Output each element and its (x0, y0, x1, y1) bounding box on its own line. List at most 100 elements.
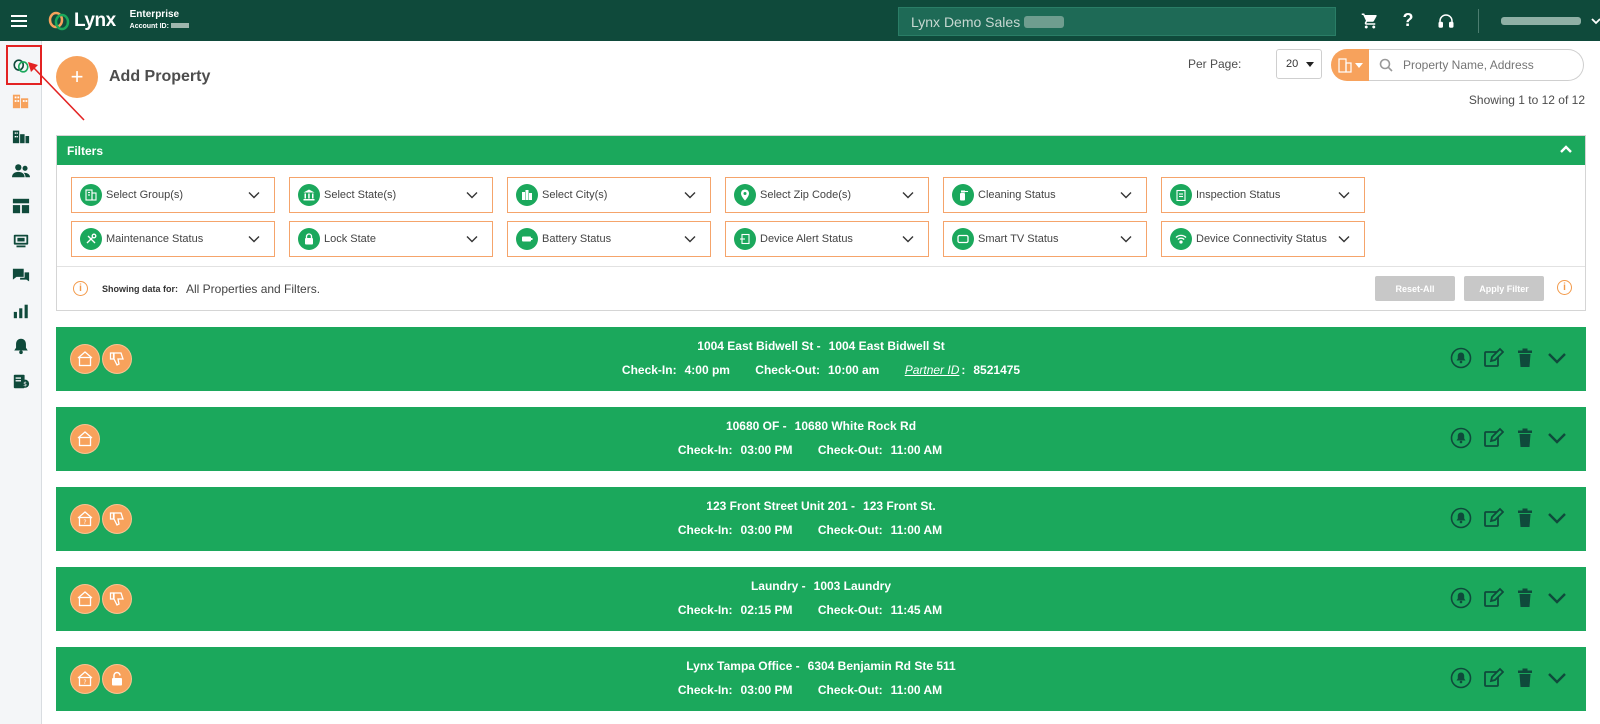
top-bar: Lynx Enterprise Account ID: Lynx Demo Sa… (0, 0, 1600, 41)
chat-icon (12, 268, 30, 281)
filter-label: Cleaning Status (978, 189, 1056, 201)
check-in-value: 03:00 PM (740, 683, 793, 697)
filter-grid: Select Group(s) Select State(s) Select C… (57, 165, 1585, 257)
property-card[interactable]: ? Lynx Tampa Office -6304 Benjamin Rd St… (56, 647, 1586, 711)
support-headset-icon[interactable] (1436, 11, 1456, 31)
bar-chart-icon (13, 304, 28, 318)
info-icon[interactable]: i (1557, 280, 1572, 295)
filter-label: Select City(s) (542, 189, 608, 201)
sidebar-item-reports[interactable] (0, 293, 42, 328)
spray-bottle-icon (952, 184, 974, 206)
chevron-down-icon (1120, 236, 1132, 243)
account-id: Account ID: (130, 21, 189, 33)
trash-icon[interactable] (1514, 667, 1536, 689)
filter-inspection-status[interactable]: Inspection Status (1161, 177, 1365, 213)
help-icon[interactable]: ? (1398, 10, 1418, 31)
check-out-value: 11:00 AM (890, 523, 943, 537)
search-input[interactable] (1403, 58, 1583, 72)
property-card[interactable]: 1004 East Bidwell St - 1004 East Bidwell … (56, 327, 1586, 391)
filter-device-alert-status[interactable]: Device Alert Status (725, 221, 929, 257)
partner-id-link[interactable]: Partner ID (905, 363, 960, 377)
plan-name: Enterprise (129, 8, 180, 20)
edit-icon[interactable] (1482, 427, 1504, 449)
property-address: 6304 Benjamin Rd Ste 511 (807, 659, 956, 673)
info-icon[interactable]: i (73, 281, 88, 296)
buildings-group-icon (12, 130, 30, 143)
check-out-value: 10:00 am (827, 363, 880, 377)
lynx-logo[interactable]: Lynx (48, 10, 116, 32)
svg-text:$: $ (23, 381, 27, 387)
trash-icon[interactable] (1514, 427, 1536, 449)
per-page-label: Per Page: (1188, 57, 1242, 71)
property-code: Laundry - (750, 579, 806, 593)
per-page-select[interactable]: 20 (1276, 49, 1322, 79)
bell-icon[interactable] (1450, 347, 1472, 369)
chevron-down-icon (1338, 192, 1350, 199)
filter-states[interactable]: Select State(s) (289, 177, 493, 213)
filter-device-connectivity-status[interactable]: Device Connectivity Status (1161, 221, 1365, 257)
partner-id-colon: : (961, 363, 966, 377)
property-card[interactable]: ? 123 Front Street Unit 201 -123 Front S… (56, 487, 1586, 551)
trash-icon[interactable] (1514, 587, 1536, 609)
company-redacted (1024, 15, 1065, 28)
filters-header[interactable]: Filters (57, 136, 1585, 165)
check-in-value: 03:00 PM (740, 523, 793, 537)
showing-data-label: Showing data for: (102, 283, 178, 294)
sidebar-item-dashboard[interactable] (0, 188, 42, 223)
filter-zip-codes[interactable]: Select Zip Code(s) (725, 177, 929, 213)
edit-icon[interactable] (1482, 667, 1504, 689)
top-separator (1478, 8, 1479, 33)
sidebar-item-messages[interactable] (0, 258, 42, 293)
property-card[interactable]: 10680 OF - 10680 White Rock Rd Check-In: 0… (56, 407, 1586, 471)
trash-icon[interactable] (1514, 347, 1536, 369)
account-id-label: Account ID: (129, 22, 169, 30)
edit-icon[interactable] (1482, 587, 1504, 609)
bell-icon[interactable] (1450, 507, 1472, 529)
reset-all-button[interactable]: Reset-All (1375, 276, 1455, 301)
chevron-down-icon[interactable] (1546, 667, 1568, 689)
filter-cities[interactable]: Select City(s) (507, 177, 711, 213)
card-actions (1450, 587, 1568, 609)
filter-maintenance-status[interactable]: Maintenance Status (71, 221, 275, 257)
filter-cleaning-status[interactable]: Cleaning Status (943, 177, 1147, 213)
filter-battery-status[interactable]: Battery Status (507, 221, 711, 257)
chevron-down-icon (902, 236, 914, 243)
chevron-down-icon (1338, 236, 1350, 243)
bell-icon[interactable] (1450, 587, 1472, 609)
add-property-button[interactable]: + (56, 56, 98, 98)
user-menu[interactable] (1501, 16, 1600, 26)
check-in-label: Check-In: (677, 603, 733, 617)
filter-groups[interactable]: Select Group(s) (71, 177, 275, 213)
chevron-down-icon[interactable] (1546, 347, 1568, 369)
property-card[interactable]: Laundry - 1003 Laundry Check-In: 02:15 PM … (56, 567, 1586, 631)
edit-icon[interactable] (1482, 347, 1504, 369)
sidebar-item-users[interactable] (0, 153, 42, 188)
menu-icon[interactable] (0, 0, 38, 41)
cart-icon[interactable] (1360, 11, 1380, 31)
add-property-label[interactable]: Add Property (109, 68, 210, 86)
chevron-down-icon[interactable] (1546, 427, 1568, 449)
search-type-dropdown[interactable] (1331, 49, 1369, 81)
bell-icon[interactable] (1450, 667, 1472, 689)
tv-icon (952, 228, 974, 250)
chevron-down-icon[interactable] (1546, 587, 1568, 609)
filter-label: Select Zip Code(s) (760, 189, 852, 201)
sidebar-item-notifications[interactable] (0, 328, 42, 363)
check-in-label: Check-In: (677, 443, 733, 457)
sidebar-item-billing[interactable]: $ (0, 363, 42, 398)
apply-filter-button[interactable]: Apply Filter (1464, 276, 1544, 301)
edit-icon[interactable] (1482, 507, 1504, 529)
chevron-down-icon (684, 192, 696, 199)
sidebar-item-devices[interactable] (0, 223, 42, 258)
search-input-wrapper (1369, 49, 1584, 81)
filter-lock-state[interactable]: Lock State (289, 221, 493, 257)
chevron-down-icon (466, 236, 478, 243)
bell-icon[interactable] (1450, 427, 1472, 449)
chevron-up-icon[interactable] (1559, 144, 1573, 154)
trash-icon[interactable] (1514, 507, 1536, 529)
card-actions (1450, 347, 1568, 369)
filter-smart-tv-status[interactable]: Smart TV Status (943, 221, 1147, 257)
chevron-down-icon[interactable] (1546, 507, 1568, 529)
company-selector[interactable]: Lynx Demo Sales (898, 7, 1336, 36)
building-icon (1337, 58, 1352, 73)
